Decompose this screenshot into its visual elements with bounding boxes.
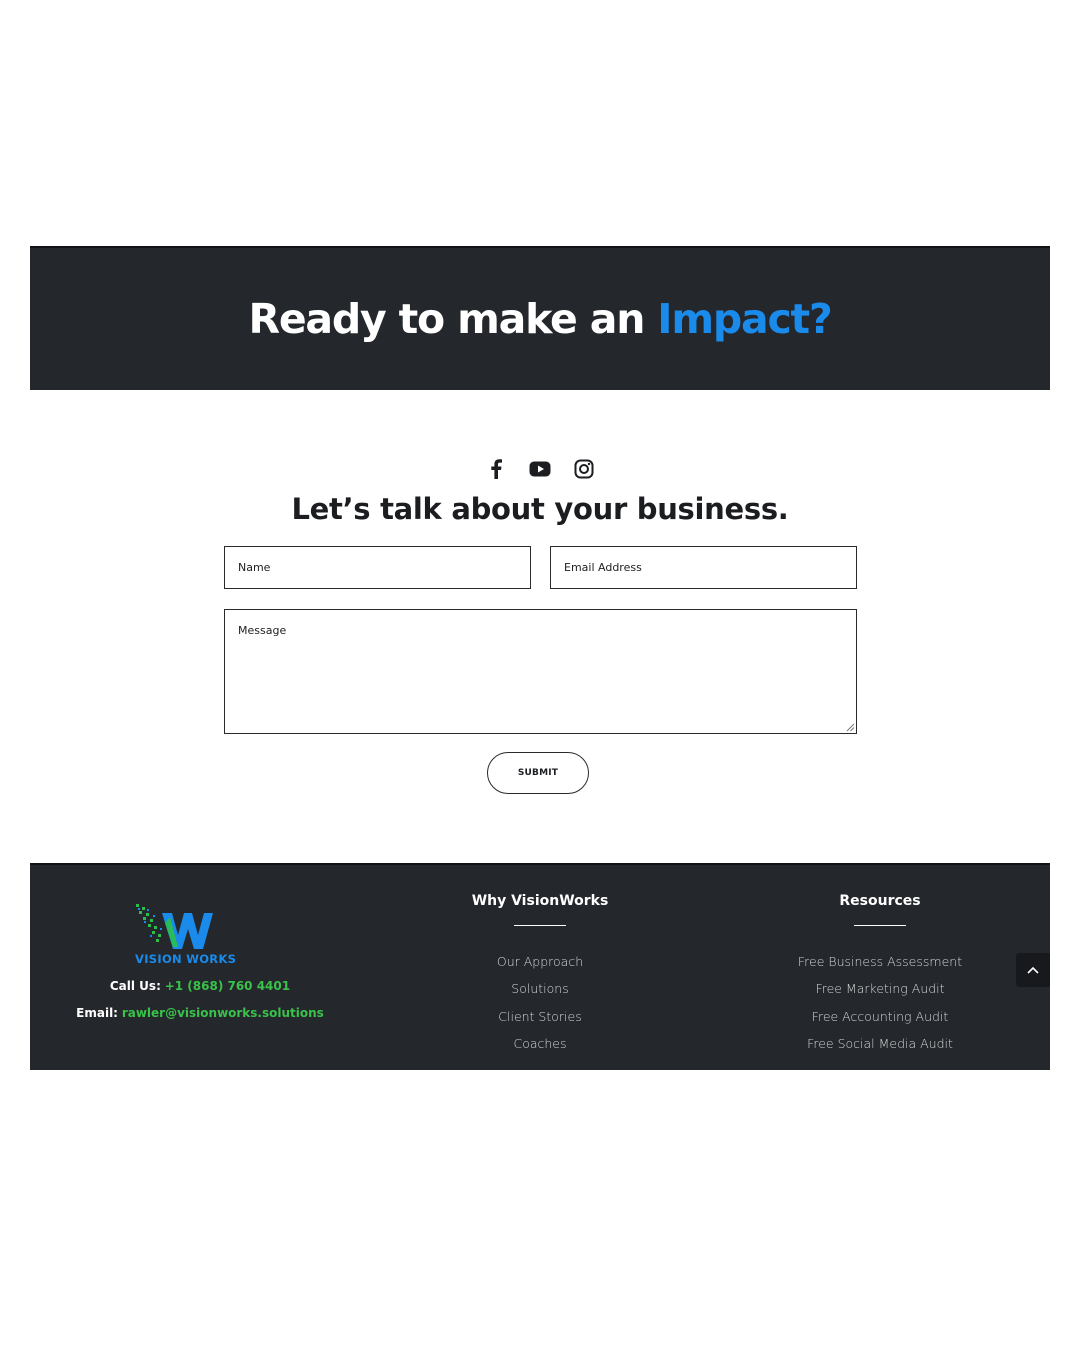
name-input[interactable]	[224, 546, 531, 589]
list-item: Coaches	[390, 1034, 690, 1061]
list-item: Client Stories	[390, 1007, 690, 1034]
link-free-social-media-audit[interactable]: Free Social Media Audit	[807, 1036, 953, 1051]
divider	[854, 925, 906, 926]
email-link[interactable]: rawler@visionworks.solutions	[122, 1006, 324, 1020]
list-item: Free Business Assessment	[730, 952, 1030, 979]
visionworks-logo[interactable]: VISION WORKS	[134, 901, 256, 966]
submit-button[interactable]: SUBMIT	[487, 752, 589, 794]
resources-column: Resources Free Business Assessment Free …	[730, 891, 1030, 1062]
call-line: Call Us: +1 (868) 760 4401	[30, 979, 370, 993]
email-input[interactable]	[550, 546, 857, 589]
chevron-up-icon	[1027, 966, 1039, 974]
why-visionworks-title: Why VisionWorks	[471, 893, 609, 909]
list-item: Free Marketing Audit	[730, 979, 1030, 1006]
link-client-stories[interactable]: Client Stories	[498, 1009, 581, 1024]
cta-title: Ready to make an Impact?	[248, 295, 832, 343]
divider	[514, 925, 566, 926]
facebook-icon[interactable]	[485, 458, 507, 480]
site-footer: VISION WORKS Call Us: +1 (868) 760 4401 …	[30, 863, 1050, 1070]
resources-title: Resources	[839, 893, 921, 909]
email-line: Email: rawler@visionworks.solutions	[30, 1006, 370, 1020]
list-item: Free Social Media Audit	[730, 1034, 1030, 1061]
link-free-marketing-audit[interactable]: Free Marketing Audit	[815, 981, 944, 996]
link-solutions[interactable]: Solutions	[511, 981, 568, 996]
phone-link[interactable]: +1 (868) 760 4401	[165, 979, 290, 993]
cta-title-main: Ready to make an	[248, 295, 658, 343]
social-links	[0, 458, 1080, 482]
cta-title-accent: Impact?	[657, 295, 832, 343]
email-label: Email:	[76, 1006, 118, 1020]
contact-heading: Let’s talk about your business.	[291, 492, 789, 526]
link-free-business-assessment[interactable]: Free Business Assessment	[798, 954, 962, 969]
back-to-top-button[interactable]	[1016, 953, 1050, 987]
call-label: Call Us:	[109, 979, 161, 993]
link-free-accounting-audit[interactable]: Free Accounting Audit	[812, 1009, 949, 1024]
list-item: Solutions	[390, 979, 690, 1006]
page: Ready to make an Impact? Let’s talk abou…	[0, 0, 1080, 1350]
instagram-icon[interactable]	[573, 458, 595, 480]
why-visionworks-column: Why VisionWorks Our Approach Solutions C…	[390, 891, 690, 1062]
youtube-icon[interactable]	[529, 458, 551, 480]
resize-grip-icon[interactable]	[846, 723, 855, 732]
why-visionworks-links: Our Approach Solutions Client Stories Co…	[390, 952, 690, 1062]
link-coaches[interactable]: Coaches	[513, 1036, 566, 1051]
message-textarea[interactable]	[224, 609, 857, 734]
svg-text:VISION WORKS: VISION WORKS	[135, 952, 236, 965]
list-item: Free Accounting Audit	[730, 1007, 1030, 1034]
link-our-approach[interactable]: Our Approach	[497, 954, 583, 969]
list-item: Our Approach	[390, 952, 690, 979]
cta-banner: Ready to make an Impact?	[30, 246, 1050, 390]
resources-links: Free Business Assessment Free Marketing …	[730, 952, 1030, 1062]
